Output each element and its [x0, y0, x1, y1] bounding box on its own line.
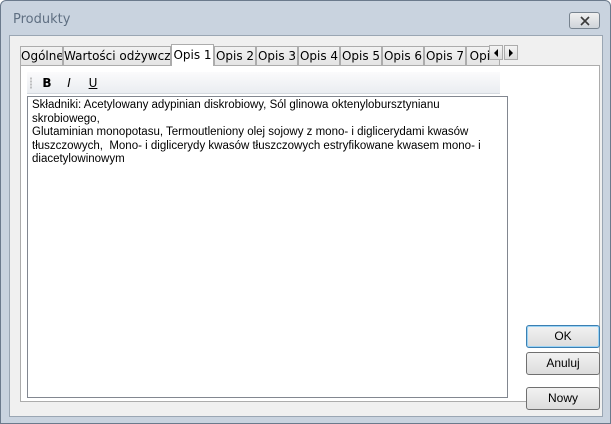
- tab-page-opis-1: B I U Składniki: Acetylowany adypinian d…: [20, 65, 600, 402]
- window-title: Produkty: [13, 12, 71, 27]
- chevron-left-icon: [494, 48, 498, 57]
- bold-button[interactable]: B: [37, 74, 57, 92]
- chevron-right-icon: [509, 48, 513, 57]
- products-dialog: Produkty Ogólne Wartości odżywcze Opis 1…: [0, 0, 611, 424]
- description-editor[interactable]: Składniki: Acetylowany adypinian diskrob…: [27, 96, 508, 398]
- italic-button[interactable]: I: [59, 74, 79, 92]
- ok-button[interactable]: OK: [526, 325, 600, 348]
- cancel-button[interactable]: Anuluj: [526, 352, 600, 375]
- tab-strip: Ogólne Wartości odżywcze Opis 1 Opis 2 O…: [20, 44, 500, 66]
- title-bar: Produkty: [1, 1, 610, 35]
- tab-opis-2[interactable]: Opis 2: [214, 46, 256, 66]
- tab-opis-3[interactable]: Opis 3: [256, 46, 298, 66]
- tab-opis-1[interactable]: Opis 1: [171, 44, 214, 66]
- toolbar-grip[interactable]: [30, 77, 32, 89]
- close-button[interactable]: [569, 12, 600, 29]
- tab-scroll-right-button[interactable]: [504, 45, 518, 60]
- tab-scroll-left-button[interactable]: [489, 45, 503, 60]
- new-button[interactable]: Nowy: [526, 387, 600, 410]
- tab-ogolne[interactable]: Ogólne: [20, 46, 63, 66]
- format-toolbar: B I U: [27, 72, 500, 94]
- tab-opis-6[interactable]: Opis 6: [382, 46, 424, 66]
- dialog-client-area: Ogólne Wartości odżywcze Opis 1 Opis 2 O…: [9, 35, 603, 417]
- tab-opis-4[interactable]: Opis 4: [298, 46, 340, 66]
- tab-opis-5[interactable]: Opis 5: [340, 46, 382, 66]
- tab-opis-7[interactable]: Opis 7: [424, 46, 466, 66]
- underline-button[interactable]: U: [83, 74, 103, 92]
- close-icon: [579, 15, 590, 26]
- tab-wartosci-odzywcze[interactable]: Wartości odżywcze: [63, 46, 171, 66]
